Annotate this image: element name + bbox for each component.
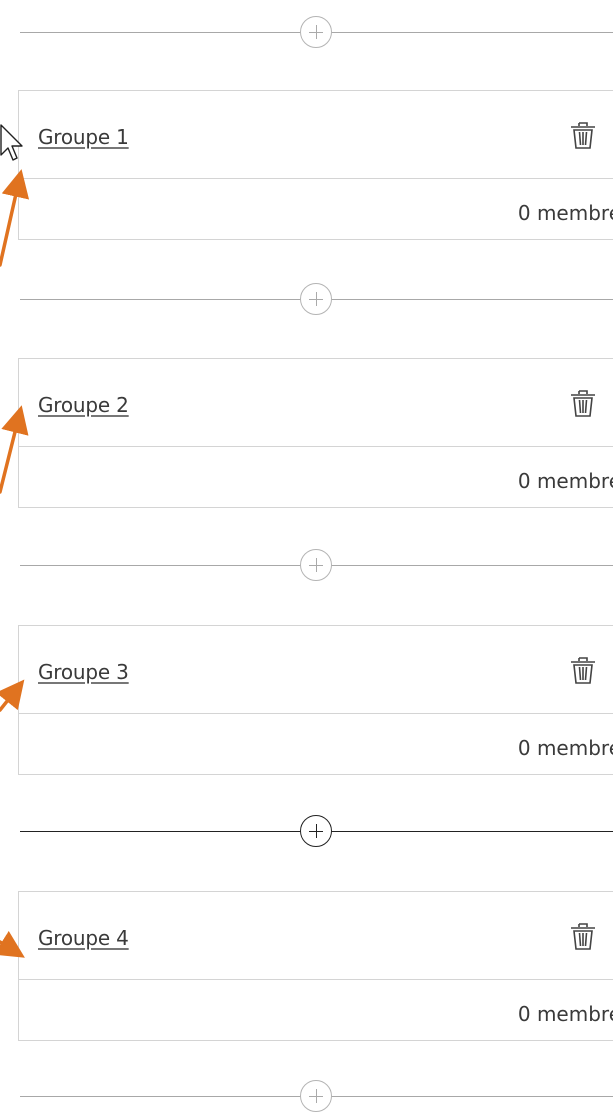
- trash-icon[interactable]: [568, 654, 598, 686]
- group-name-link[interactable]: Groupe 2: [38, 393, 129, 417]
- annotation-arrow: [0, 169, 30, 267]
- member-count: 0 membre: [517, 201, 613, 225]
- member-count: 0 membre: [517, 469, 613, 493]
- group-card: Groupe 3 0 membre: [18, 625, 613, 775]
- add-group-button[interactable]: [300, 283, 332, 315]
- add-group-separator: [20, 16, 613, 50]
- mouse-cursor-icon: [0, 124, 23, 161]
- annotation-arrow: [0, 930, 25, 958]
- add-group-separator: [20, 549, 613, 583]
- trash-icon[interactable]: [568, 119, 598, 151]
- group-card-header: Groupe 1: [19, 91, 613, 179]
- annotation-arrow: [0, 679, 25, 712]
- group-card-header: Groupe 4: [19, 892, 613, 980]
- group-name-link[interactable]: Groupe 1: [38, 125, 129, 149]
- group-name-link[interactable]: Groupe 4: [38, 926, 129, 950]
- group-card-header: Groupe 2: [19, 359, 613, 447]
- annotation-arrow: [0, 405, 29, 494]
- member-count: 0 membre: [517, 1002, 613, 1026]
- group-name-link[interactable]: Groupe 3: [38, 660, 129, 684]
- trash-icon[interactable]: [568, 387, 598, 419]
- group-card: Groupe 1 0 membre: [18, 90, 613, 240]
- add-group-separator: [20, 283, 613, 317]
- add-group-button[interactable]: [300, 16, 332, 48]
- member-count: 0 membre: [517, 736, 613, 760]
- group-card: Groupe 2 0 membre: [18, 358, 613, 508]
- add-group-button[interactable]: [300, 549, 332, 581]
- group-card: Groupe 4 0 membre: [18, 891, 613, 1041]
- trash-icon[interactable]: [568, 920, 598, 952]
- add-group-separator: [20, 1080, 613, 1114]
- add-group-separator: [20, 815, 613, 849]
- add-group-button[interactable]: [300, 1080, 332, 1112]
- group-card-header: Groupe 3: [19, 626, 613, 714]
- group-list-panel: Groupe 1 0 membre Groupe 2 0 membre Grou…: [0, 0, 613, 1120]
- add-group-button[interactable]: [300, 815, 332, 847]
